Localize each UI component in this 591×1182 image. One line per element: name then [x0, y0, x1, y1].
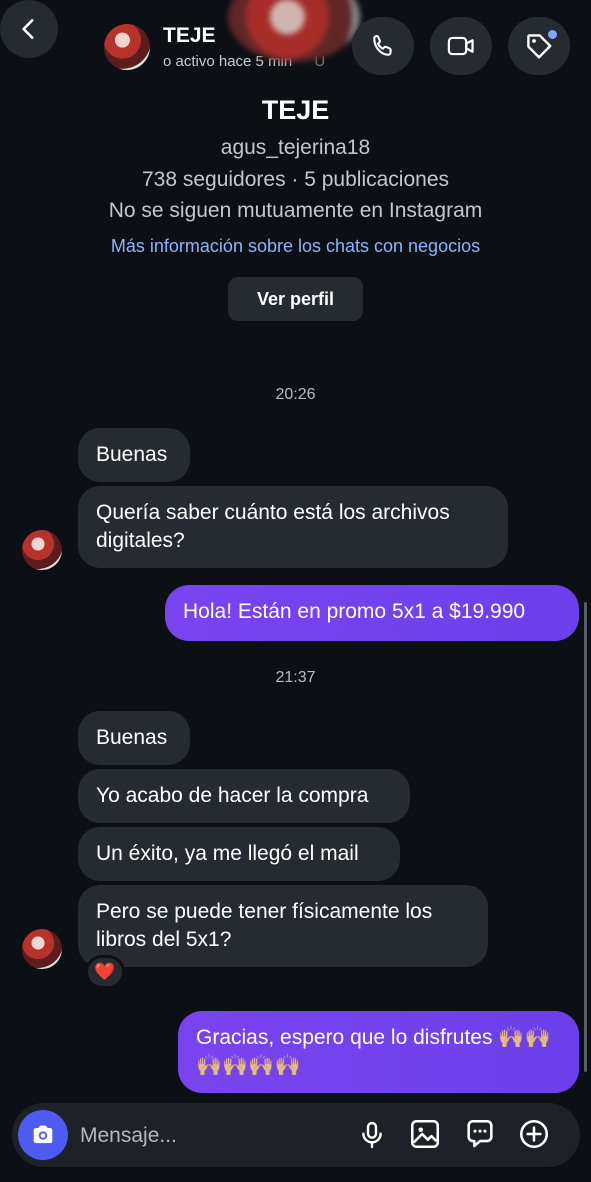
- incoming-message[interactable]: Buenas: [78, 711, 190, 765]
- profile-stats: 738 seguidores · 5 publicaciones: [141, 168, 450, 191]
- message-composer: #x::placeholder{}: [12, 1103, 580, 1167]
- sender-avatar[interactable]: [22, 929, 62, 969]
- gallery-button[interactable]: [408, 1117, 442, 1151]
- more-options-button[interactable]: [517, 1117, 551, 1151]
- outgoing-message[interactable]: Hola! Están en promo 5x1 a $19.990: [165, 585, 579, 641]
- camera-icon: [33, 1125, 53, 1144]
- plus-icon: [519, 1119, 549, 1149]
- business-chats-link[interactable]: Más información sobre los chats con nego…: [0, 236, 591, 257]
- sender-avatar[interactable]: [22, 530, 62, 570]
- video-call-button[interactable]: [430, 17, 492, 75]
- back-button[interactable]: [0, 0, 58, 58]
- video-camera-icon: [447, 36, 474, 56]
- incoming-message[interactable]: Un éxito, ya me llegó el mail: [78, 827, 400, 881]
- gallery-icon: [410, 1119, 440, 1149]
- profile-username: agus_tejerina18: [220, 136, 371, 159]
- sticker-button[interactable]: [463, 1117, 497, 1151]
- incoming-message[interactable]: Pero se puede tener físicamente los libr…: [78, 885, 488, 967]
- camera-button[interactable]: [18, 1110, 68, 1160]
- incoming-message[interactable]: Yo acabo de hacer la compra: [78, 769, 410, 823]
- view-profile-button[interactable]: Ver perfil: [228, 277, 363, 321]
- timestamp: 21:37: [275, 669, 316, 686]
- reaction-badge[interactable]: ❤️: [85, 955, 125, 989]
- voice-message-button[interactable]: [356, 1119, 388, 1151]
- header-avatar[interactable]: [104, 24, 150, 70]
- profile-name: TEJE: [261, 95, 330, 125]
- call-button[interactable]: [352, 17, 414, 75]
- outgoing-message[interactable]: Gracias, espero que lo disfrutes 🙌🏼🙌🏼🙌🏼🙌…: [178, 1011, 579, 1093]
- heart-reaction-icon: ❤️: [94, 962, 116, 981]
- incoming-message[interactable]: Buenas: [78, 428, 190, 482]
- message-input[interactable]: [78, 1117, 342, 1155]
- back-icon: [22, 19, 34, 39]
- microphone-icon: [362, 1121, 382, 1149]
- header-contact-name[interactable]: TEJE: [163, 24, 216, 48]
- incoming-message[interactable]: Quería saber cuánto está los archivos di…: [78, 486, 508, 568]
- profile-mutual-info: No se siguen mutuamente en Instagram: [108, 199, 483, 222]
- timestamp: 20:26: [275, 386, 316, 403]
- notification-dot: [548, 30, 557, 39]
- phone-icon: [373, 35, 392, 56]
- scrollbar[interactable]: [584, 602, 587, 1072]
- sticker-chat-icon: [467, 1119, 493, 1148]
- labels-button[interactable]: [508, 17, 570, 75]
